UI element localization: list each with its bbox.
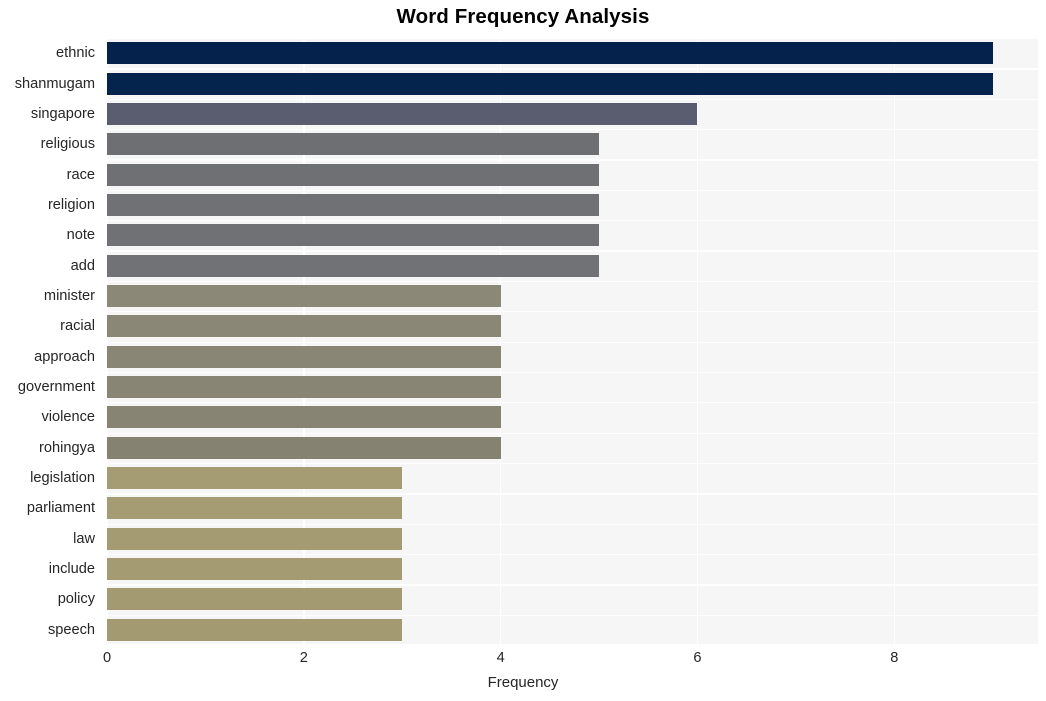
row-separator [107,68,1038,70]
y-axis-category-labels: ethnic shanmugam singapore religious race rel… [0,38,101,645]
bar-include[interactable] [107,558,403,581]
row-separator [107,280,1038,283]
y-axis-label-law: law [73,530,95,547]
bar-ethnic[interactable] [107,42,993,65]
bar-minister[interactable] [107,284,501,307]
y-axis-label-rohingya: rohingya [39,439,95,456]
bar-speech[interactable] [107,618,403,641]
x-axis-tick-labels: 0 2 4 6 8 [0,648,1046,674]
bar-racial[interactable] [107,315,501,338]
row-separator [107,432,1038,434]
x-tick-8: 8 [890,650,899,666]
row-separator [107,189,1038,192]
bar-religious[interactable] [107,133,600,156]
y-axis-label-approach: approach [34,348,95,365]
row-separator [107,553,1038,556]
bar-religion[interactable] [107,193,600,216]
chart-title: Word Frequency Analysis [396,5,650,28]
row-separator [107,220,1038,222]
row-separator [107,341,1038,343]
bar-parliament[interactable] [107,497,403,520]
y-axis-label-ethnic: ethnic [56,45,95,62]
bar-add[interactable] [107,254,600,277]
y-axis-label-racial: racial [60,318,95,335]
x-axis-title: Frequency [487,674,559,691]
row-separator [107,402,1038,404]
word-frequency-chart: Word Frequency Analysis ethnic shanmugam s… [0,0,1046,701]
y-axis-label-religion: religion [47,196,95,213]
y-axis-label-race: race [66,166,95,183]
bar-approach[interactable] [107,345,501,368]
bar-violence[interactable] [107,406,501,429]
y-axis-label-note: note [66,227,95,244]
y-axis-label-religious: religious [40,136,95,153]
y-axis-label-add: add [70,257,95,274]
row-separator [107,38,1038,40]
row-separator [107,462,1038,465]
row-separator [107,584,1038,586]
row-separator [107,493,1038,495]
row-separator [107,159,1038,161]
row-separator [107,311,1038,313]
x-tick-4: 4 [496,650,505,666]
y-axis-label-policy: policy [57,591,95,608]
row-separator [107,371,1038,374]
y-axis-label-speech: speech [47,621,95,638]
bar-government[interactable] [107,376,501,399]
x-tick-6: 6 [693,650,702,666]
y-axis-label-government: government [17,379,95,396]
row-separator [107,98,1038,100]
bar-note[interactable] [107,224,600,247]
row-separator [107,643,1038,645]
y-axis-label-legislation: legislation [30,470,95,487]
bar-singapore[interactable] [107,102,698,125]
bar-policy[interactable] [107,588,403,611]
y-axis-label-violence: violence [41,409,95,426]
row-separator [107,129,1038,131]
bar-legislation[interactable] [107,467,403,490]
row-separator [107,523,1038,525]
bar-rohingya[interactable] [107,436,501,459]
bar-law[interactable] [107,527,403,550]
y-axis-label-parliament: parliament [26,500,95,517]
row-separator [107,614,1038,616]
x-tick-0: 0 [102,650,112,666]
row-separator [107,250,1038,252]
bar-shanmugam[interactable] [107,72,993,95]
y-axis-label-include: include [48,561,95,578]
x-tick-2: 2 [299,650,308,666]
y-axis-label-shanmugam: shanmugam [14,75,95,92]
y-axis-label-singapore: singapore [30,105,95,122]
bar-race[interactable] [107,163,600,186]
y-axis-label-minister: minister [43,287,95,304]
plot-area [107,38,1038,645]
